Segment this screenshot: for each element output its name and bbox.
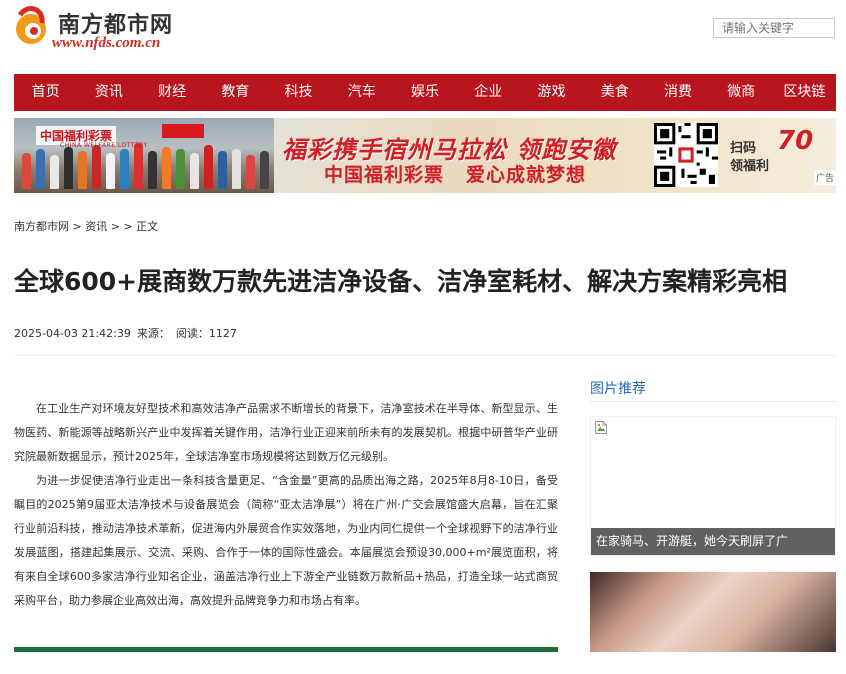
nav-item-finance[interactable]: 财经 — [140, 74, 203, 111]
article-source-label: 来源： — [136, 327, 170, 340]
article-reads-label: 阅读： — [175, 327, 209, 340]
article-image-top-edge — [14, 647, 558, 652]
ad-label: 广告 — [813, 170, 836, 185]
broken-image-icon — [595, 421, 607, 434]
banner-slogan-sub: 中国福利彩票 爱心成就梦想 — [324, 160, 586, 187]
red-flag-icon — [162, 124, 204, 138]
article-body: 在工业生产对环境友好型技术和高效洁净产品需求不断增长的背景下，洁净室技术在半导体… — [14, 397, 558, 613]
breadcrumb-home[interactable]: 南方都市网 — [14, 220, 69, 233]
sidebar-divider — [590, 401, 836, 402]
banner-slogan-sub-right: 爱心成就梦想 — [466, 164, 587, 186]
nav-item-auto[interactable]: 汽车 — [330, 74, 393, 111]
breadcrumb-current: 正文 — [136, 220, 159, 233]
banner-slogan-sub-left: 中国福利彩票 — [324, 164, 445, 186]
search-input[interactable] — [713, 18, 835, 38]
nav-item-games[interactable]: 游戏 — [520, 74, 583, 111]
anniversary-badge: 70 — [777, 126, 814, 156]
nav-item-education[interactable]: 教育 — [204, 74, 267, 111]
scan-line-2: 领福利 — [730, 159, 770, 174]
article-paragraph: 为进一步促使洁净行业走出一条科技含量更足、“含金量”更高的品质出海之路，2025… — [14, 474, 558, 607]
logo-text-en: www.nfds.com.cn — [52, 35, 161, 51]
site-logo[interactable]: 南方都市网 www.nfds.com.cn — [14, 5, 214, 55]
nav-item-tech[interactable]: 科技 — [267, 74, 330, 111]
nav-item-microbusiness[interactable]: 微商 — [710, 74, 773, 111]
nav-item-home[interactable]: 首页 — [14, 74, 77, 111]
sidebar-title: 图片推荐 — [590, 381, 646, 397]
nav-item-food[interactable]: 美食 — [583, 74, 646, 111]
nav-item-news[interactable]: 资讯 — [77, 74, 140, 111]
scan-line-1: 扫码 — [730, 141, 757, 156]
lottery-logo-en: CHINA WELFARE LOTTERY — [60, 142, 148, 149]
article-title: 全球600+展商数万款先进洁净设备、洁净室耗材、解决方案精彩亮相 — [14, 267, 788, 296]
breadcrumb-separator: > — [107, 220, 124, 233]
nav-item-enterprise[interactable]: 企业 — [457, 74, 520, 111]
qr-code-icon — [654, 123, 718, 187]
nav-item-consumer[interactable]: 消费 — [646, 74, 709, 111]
breadcrumb-separator: > — [123, 220, 137, 233]
main-nav: 首页 资讯 财经 教育 科技 汽车 娱乐 企业 游戏 美食 消费 微商 区块链 — [14, 74, 836, 111]
logo-swirl-icon — [16, 6, 46, 44]
breadcrumb-separator: > — [69, 220, 86, 233]
divider — [14, 355, 836, 356]
nav-item-blockchain[interactable]: 区块链 — [773, 74, 836, 111]
breadcrumb: 南方都市网 > 资讯 > > 正文 — [14, 218, 158, 234]
article-paragraph: 在工业生产对环境友好型技术和高效洁净产品需求不断增长的背景下，洁净室技术在半导体… — [14, 402, 558, 463]
article-meta: 2025-04-03 21:42:39 来源： 阅读：1127 — [14, 325, 243, 341]
article-reads-count: 1127 — [208, 327, 237, 340]
nav-item-entertainment[interactable]: 娱乐 — [393, 74, 456, 111]
banner-ad[interactable]: 中国福利彩票 CHINA WELFARE LOTTERY 福彩携手宿州马拉松 领… — [14, 118, 836, 193]
scan-prompt: 扫码 领福利 — [730, 140, 769, 176]
sidebar-pic-card[interactable]: 在家骑马、开游艇，她今天刷屏了广 — [590, 416, 836, 556]
sidebar-pic-caption[interactable]: 在家骑马、开游艇，她今天刷屏了广 — [591, 528, 835, 555]
breadcrumb-section[interactable]: 资讯 — [85, 220, 107, 233]
article-datetime: 2025-04-03 21:42:39 — [14, 327, 131, 340]
sidebar-pic-thumbnail[interactable] — [590, 572, 836, 652]
